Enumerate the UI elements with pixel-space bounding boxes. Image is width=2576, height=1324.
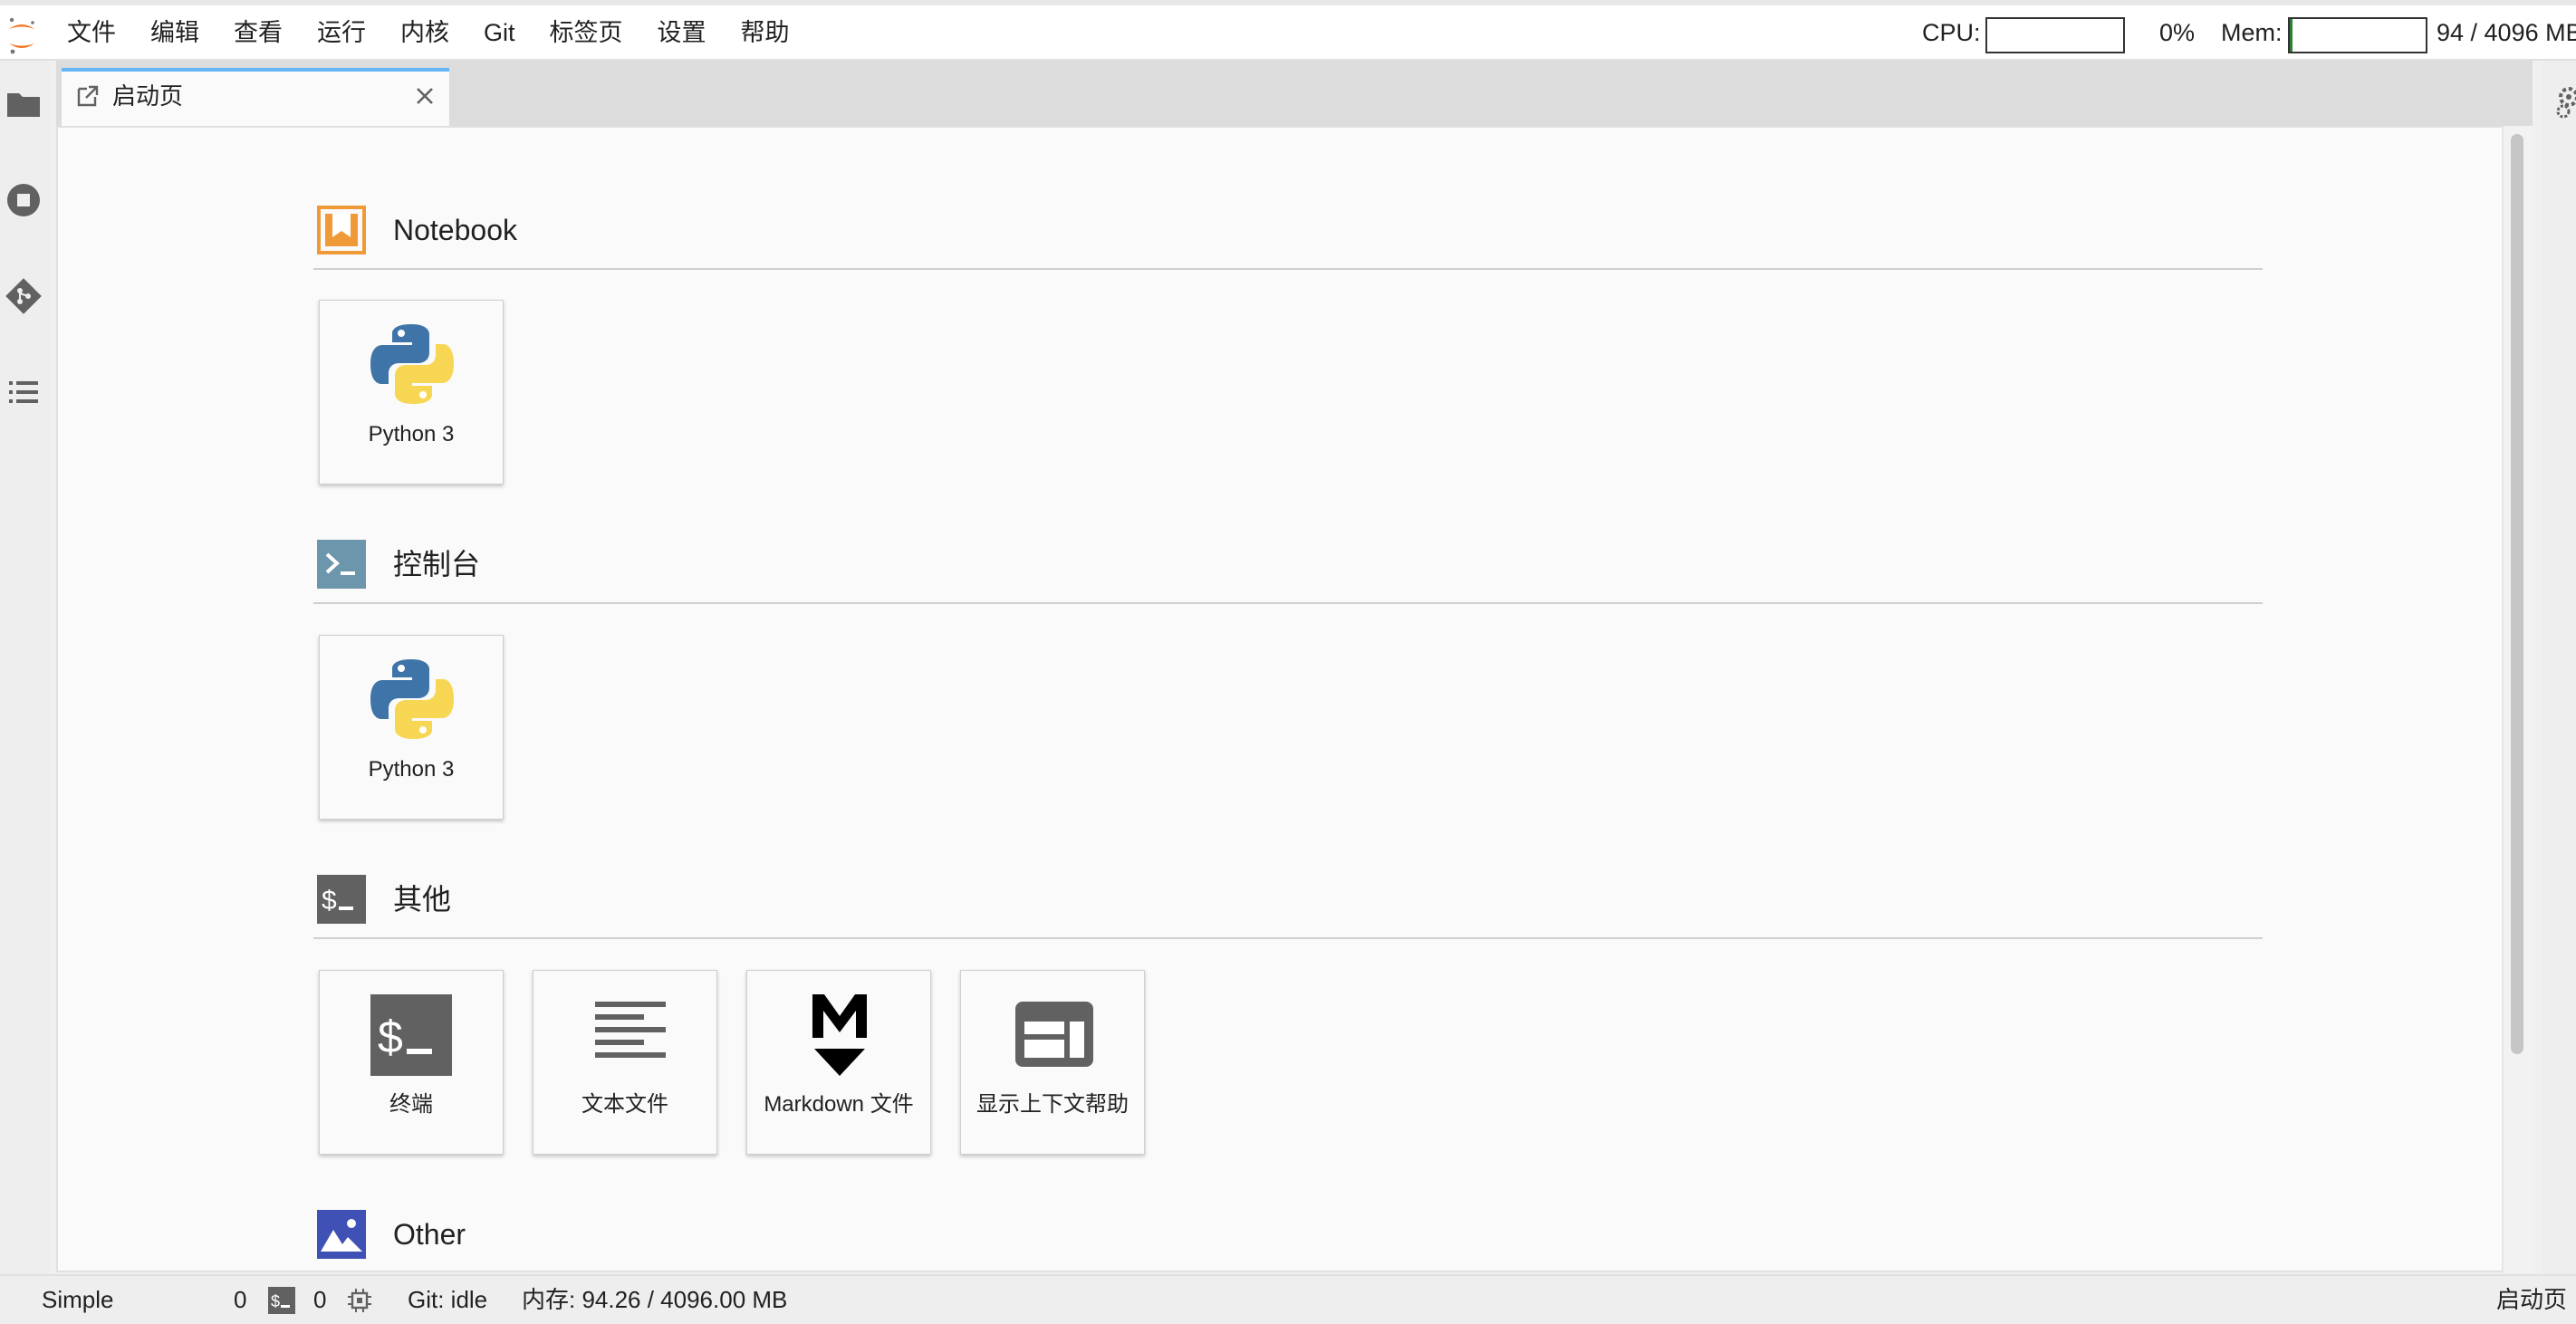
right-sidebar (2542, 61, 2576, 1274)
git-status[interactable]: Git: idle (408, 1276, 487, 1324)
menu-help[interactable]: 帮助 (724, 5, 807, 61)
other-icon: $ (317, 875, 366, 924)
git-icon[interactable] (5, 278, 42, 314)
main-menu: 文件 编辑 查看 运行 内核 Git 标签页 设置 帮助 (51, 5, 807, 61)
card-notebook-python3[interactable]: Python 3 (319, 300, 504, 485)
property-inspector-icon[interactable] (2554, 84, 2576, 120)
scrollbar-thumb[interactable] (2511, 134, 2523, 1054)
notebook-icon (317, 206, 366, 254)
card-label: Markdown 文件 (764, 1092, 914, 1117)
svg-text:$: $ (322, 886, 337, 916)
menu-settings[interactable]: 设置 (640, 5, 724, 61)
launcher-tab-icon (77, 85, 99, 107)
menu-view[interactable]: 查看 (216, 5, 300, 61)
card-label: 显示上下文帮助 (976, 1092, 1129, 1117)
mem-value: 94 / 4096 MB (2437, 19, 2576, 46)
table-of-contents-icon[interactable] (5, 374, 42, 410)
terminal-icon: $ (370, 994, 452, 1076)
markdown-icon (812, 994, 867, 1076)
jupyter-logo-icon (9, 17, 34, 54)
menu-edit[interactable]: 编辑 (133, 5, 216, 61)
card-text-file[interactable]: 文本文件 (533, 970, 717, 1155)
menu-file[interactable]: 文件 (51, 5, 133, 61)
svg-text:$: $ (271, 1292, 280, 1310)
card-label: 文本文件 (582, 1092, 668, 1117)
section-title-console: 控制台 (393, 548, 481, 580)
menu-tabs[interactable]: 标签页 (533, 5, 640, 61)
status-bar: Simple 0 $ 0 Git: idle 内存: 94.26 / 4096.… (0, 1274, 2576, 1324)
card-contextual-help[interactable]: 显示上下文帮助 (960, 970, 1145, 1155)
menu-git[interactable]: Git (466, 5, 533, 61)
menu-bar: 文件 编辑 查看 运行 内核 Git 标签页 设置 帮助 CPU: 0% Mem… (0, 0, 2576, 61)
tab-label: 启动页 (112, 82, 184, 110)
python-logo-icon (370, 659, 454, 739)
running-sessions-icon[interactable] (5, 182, 42, 218)
card-console-python3[interactable]: Python 3 (319, 635, 504, 820)
section-divider (313, 602, 2263, 604)
mem-meter-fill (2290, 19, 2293, 52)
kernel-chip-icon[interactable] (346, 1287, 373, 1314)
svg-text:$: $ (378, 1012, 403, 1062)
text-file-icon (595, 1002, 666, 1058)
card-markdown-file[interactable]: Markdown 文件 (746, 970, 931, 1155)
card-label: Python 3 (368, 757, 455, 782)
menu-run[interactable]: 运行 (300, 5, 383, 61)
launcher-panel: Notebook Python 3 控制台 Python 3 $ 其他 $ 终端… (56, 126, 2533, 1272)
section-title-other-cn: 其他 (393, 883, 452, 916)
simple-mode-toggle[interactable]: Simple (42, 1276, 113, 1324)
section-divider (313, 937, 2263, 939)
kernels-count[interactable]: 0 (234, 1276, 246, 1324)
console-icon (317, 540, 366, 589)
close-icon[interactable] (411, 82, 438, 110)
mem-meter (2288, 17, 2427, 53)
cpu-meter (1985, 17, 2125, 53)
contextual-help-icon (1015, 1002, 1093, 1067)
menu-kernel[interactable]: 内核 (383, 5, 466, 61)
folder-icon[interactable] (5, 86, 42, 122)
section-title-notebook: Notebook (393, 214, 517, 246)
memory-usage: 内存: 94.26 / 4096.00 MB (522, 1286, 788, 1313)
section-title-other: Other (393, 1218, 466, 1251)
terminal-icon[interactable]: $ (268, 1287, 295, 1314)
card-label: 终端 (389, 1092, 433, 1117)
terminals-count[interactable]: 0 (313, 1276, 326, 1324)
cpu-label: CPU: (1922, 19, 1981, 46)
cpu-percent: 0% (2159, 19, 2196, 46)
mem-label: Mem: (2221, 19, 2283, 46)
section-divider (313, 268, 2263, 270)
tab-launcher[interactable]: 启动页 (62, 68, 449, 126)
current-tab-name: 启动页 (2496, 1286, 2568, 1313)
image-icon (317, 1210, 366, 1259)
python-logo-icon (370, 324, 454, 404)
left-sidebar (0, 61, 51, 1274)
card-terminal[interactable]: $ 终端 (319, 970, 504, 1155)
tab-bar: 启动页 (56, 61, 2533, 126)
card-label: Python 3 (368, 422, 455, 446)
